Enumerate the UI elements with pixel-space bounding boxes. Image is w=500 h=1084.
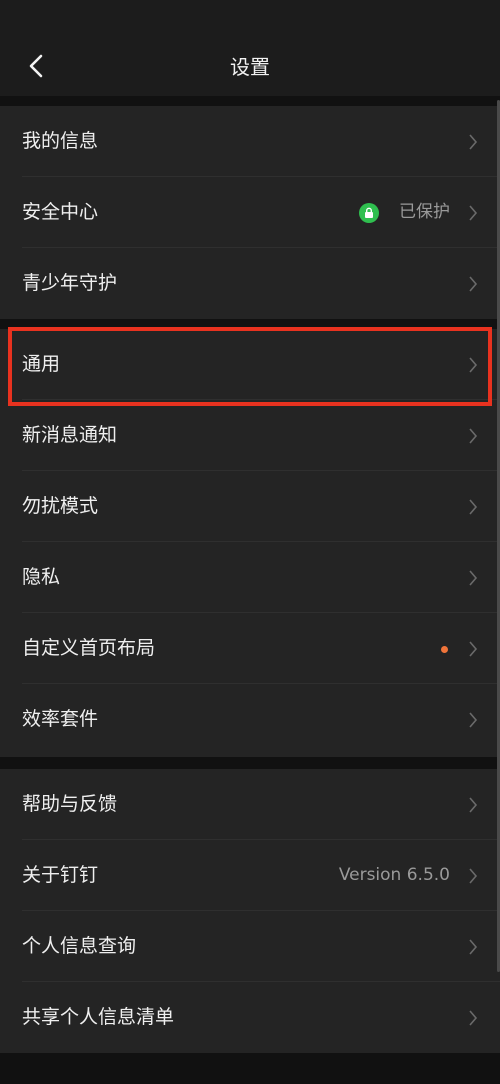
- chevron-right-icon: [469, 357, 478, 373]
- settings-item-personal-info-query[interactable]: 个人信息查询: [0, 911, 500, 982]
- settings-item-my-info[interactable]: 我的信息: [0, 106, 500, 177]
- section-gap: [0, 757, 500, 769]
- chevron-right-icon: [469, 1010, 478, 1026]
- chevron-right-icon: [469, 641, 478, 657]
- chevron-right-icon: [469, 712, 478, 728]
- settings-item-youth-guard[interactable]: 青少年守护: [0, 248, 500, 319]
- settings-item-general[interactable]: 通用: [0, 329, 500, 400]
- settings-item-label: 帮助与反馈: [22, 793, 118, 815]
- settings-item-dnd[interactable]: 勿扰模式: [0, 471, 500, 542]
- chevron-right-icon: [469, 797, 478, 813]
- settings-item-security-center[interactable]: 安全中心 已保护: [0, 177, 500, 248]
- settings-item-message-notify[interactable]: 新消息通知: [0, 400, 500, 471]
- settings-item-label: 我的信息: [22, 130, 99, 152]
- settings-item-label: 共享个人信息清单: [22, 1006, 175, 1028]
- lock-shield-icon: [359, 203, 379, 223]
- new-badge-dot: [441, 646, 448, 653]
- section-gap: [0, 96, 500, 106]
- settings-item-label: 安全中心: [22, 201, 99, 223]
- settings-item-label: 隐私: [22, 566, 61, 588]
- settings-item-help-feedback[interactable]: 帮助与反馈: [0, 769, 500, 840]
- page-title: 设置: [230, 55, 270, 79]
- section-gap: [0, 319, 500, 329]
- chevron-right-icon: [469, 939, 478, 955]
- settings-item-about[interactable]: 关于钉钉 Version 6.5.0: [0, 840, 500, 911]
- settings-item-shared-info-list[interactable]: 共享个人信息清单: [0, 982, 500, 1053]
- bottom-spacer: [0, 1053, 500, 1084]
- settings-item-efficiency-suite[interactable]: 效率套件: [0, 684, 500, 755]
- chevron-right-icon: [469, 868, 478, 884]
- app-version: Version 6.5.0: [338, 865, 450, 885]
- settings-item-label: 新消息通知: [22, 424, 118, 446]
- settings-item-label: 青少年守护: [22, 272, 118, 294]
- settings-item-label: 效率套件: [22, 708, 99, 730]
- settings-item-custom-home[interactable]: 自定义首页布局: [0, 613, 500, 684]
- settings-item-privacy[interactable]: 隐私: [0, 542, 500, 613]
- chevron-right-icon: [469, 570, 478, 586]
- settings-item-label: 勿扰模式: [22, 495, 99, 517]
- chevron-right-icon: [469, 134, 478, 150]
- chevron-right-icon: [469, 205, 478, 221]
- chevron-right-icon: [469, 499, 478, 515]
- settings-item-label: 关于钉钉: [22, 864, 99, 886]
- nav-header: 设置: [0, 0, 500, 96]
- settings-item-label: 个人信息查询: [22, 935, 137, 957]
- settings-page: 设置 我的信息 安全中心 已保护 青少年守护 通用 新消息通知 勿扰模式 隐私 …: [0, 0, 500, 1084]
- settings-group-main: 我的信息 安全中心 已保护 青少年守护 通用 新消息通知 勿扰模式 隐私 自定义…: [0, 106, 500, 757]
- settings-item-label: 通用: [22, 353, 61, 375]
- chevron-right-icon: [469, 276, 478, 292]
- settings-group-about: 帮助与反馈 关于钉钉 Version 6.5.0 个人信息查询 共享个人信息清单: [0, 769, 500, 1053]
- security-status: 已保护: [399, 202, 450, 222]
- settings-item-label: 自定义首页布局: [22, 637, 156, 659]
- chevron-right-icon: [469, 428, 478, 444]
